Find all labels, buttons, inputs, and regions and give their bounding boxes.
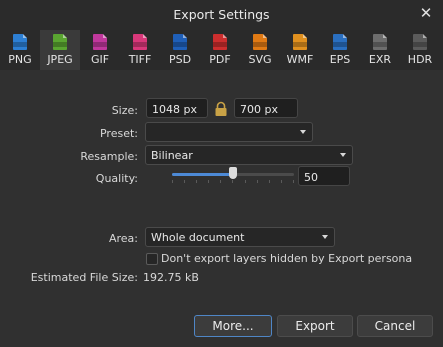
exr-file-icon (373, 34, 387, 50)
tab-label: HDR (407, 53, 433, 66)
hidden-layers-checkbox[interactable] (146, 253, 158, 265)
slider-ticks (172, 180, 294, 183)
tab-png[interactable]: PNG (0, 30, 40, 70)
format-tab-bar: PNG JPEG GIF TIFF PSD PDF SVG WMF EPS EXR HDR (0, 30, 443, 70)
pdf-file-icon (213, 34, 227, 50)
resample-value: Bilinear (151, 149, 193, 162)
area-dropdown[interactable]: Whole document (145, 227, 335, 247)
chevron-down-icon (300, 130, 306, 134)
export-settings-dialog: Export Settings ✕ PNG JPEG GIF TIFF PSD PDF SV… (0, 0, 443, 347)
tab-label: WMF (286, 53, 314, 66)
slider-handle[interactable] (229, 167, 237, 179)
tab-label: GIF (90, 53, 110, 66)
wmf-file-icon (293, 34, 307, 50)
tab-psd[interactable]: PSD (160, 30, 200, 70)
estimated-size-label: Estimated File Size: (30, 271, 138, 284)
quality-field[interactable]: 50 (298, 166, 350, 186)
chevron-down-icon (322, 235, 328, 239)
close-icon[interactable]: ✕ (417, 4, 435, 22)
quality-slider[interactable] (172, 167, 294, 185)
size-label: Size: (111, 104, 138, 117)
width-field[interactable]: 1048 px (146, 98, 208, 118)
tab-eps[interactable]: EPS (320, 30, 360, 70)
resample-label: Resample: (80, 150, 138, 163)
tab-label: EPS (329, 53, 351, 66)
chevron-down-icon (340, 153, 346, 157)
area-value: Whole document (151, 231, 245, 244)
quality-label: Quality: (95, 172, 138, 185)
tiff-file-icon (133, 34, 147, 50)
padlock-icon[interactable] (214, 101, 228, 117)
title-bar: Export Settings ✕ (0, 0, 443, 30)
tab-label: SVG (248, 53, 272, 66)
jpeg-file-icon (53, 34, 67, 50)
tab-label: PNG (8, 53, 32, 66)
preset-label: Preset: (99, 127, 138, 140)
svg-file-icon (253, 34, 267, 50)
cancel-button[interactable]: Cancel (357, 315, 433, 337)
tab-hdr[interactable]: HDR (400, 30, 440, 70)
slider-fill (172, 173, 233, 176)
tab-label: PSD (168, 53, 192, 66)
gif-file-icon (93, 34, 107, 50)
resample-dropdown[interactable]: Bilinear (145, 145, 353, 165)
tab-tiff[interactable]: TIFF (120, 30, 160, 70)
preset-dropdown[interactable] (145, 122, 313, 142)
tab-exr[interactable]: EXR (360, 30, 400, 70)
tab-jpeg[interactable]: JPEG (40, 30, 80, 70)
tab-label: JPEG (47, 53, 73, 66)
more-button[interactable]: More... (194, 315, 272, 337)
dialog-title: Export Settings (173, 7, 270, 22)
tab-svg[interactable]: SVG (240, 30, 280, 70)
hidden-layers-label[interactable]: Don't export layers hidden by Export per… (161, 252, 412, 265)
area-label: Area: (108, 232, 138, 245)
tab-wmf[interactable]: WMF (280, 30, 320, 70)
eps-file-icon (333, 34, 347, 50)
estimated-size-value: 192.75 kB (143, 271, 199, 284)
psd-file-icon (173, 34, 187, 50)
hdr-file-icon (413, 34, 427, 50)
export-button[interactable]: Export (277, 315, 353, 337)
height-field[interactable]: 700 px (234, 98, 298, 118)
tab-label: EXR (368, 53, 392, 66)
tab-label: TIFF (128, 53, 152, 66)
tab-label: PDF (209, 53, 231, 66)
tab-gif[interactable]: GIF (80, 30, 120, 70)
png-file-icon (13, 34, 27, 50)
tab-pdf[interactable]: PDF (200, 30, 240, 70)
